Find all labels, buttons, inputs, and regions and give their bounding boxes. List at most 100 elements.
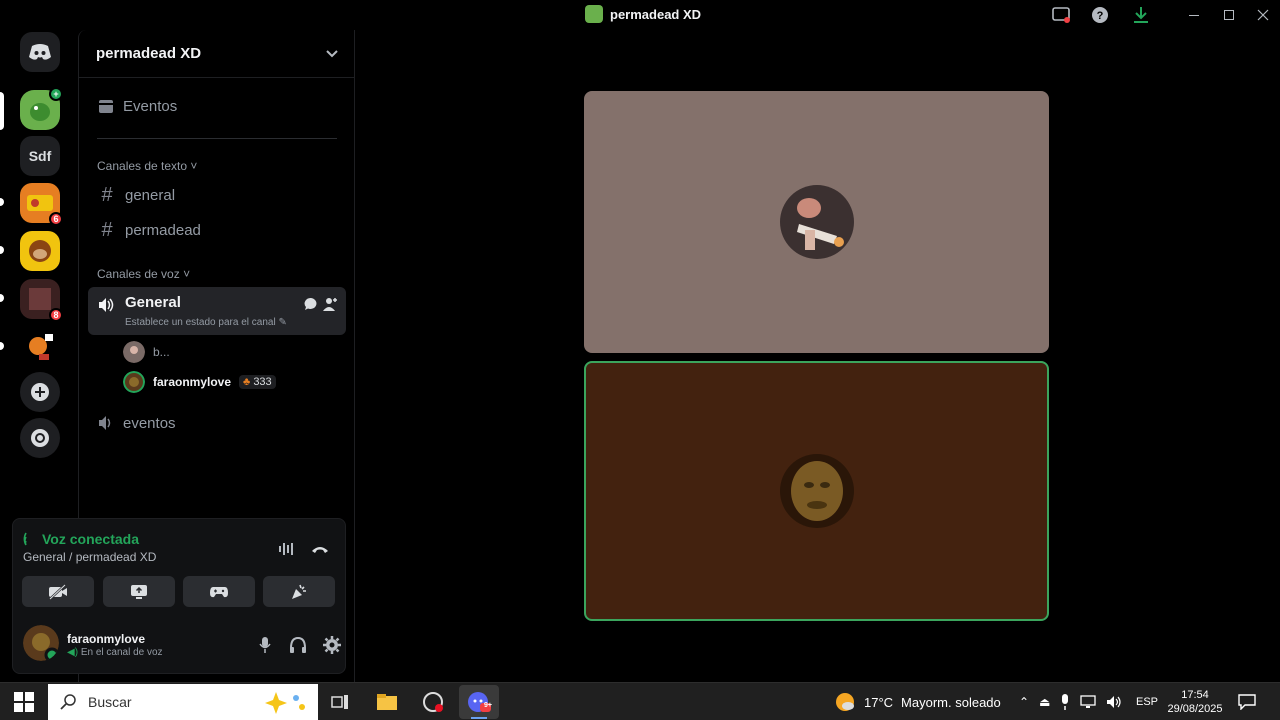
language-indicator[interactable]: ESP	[1136, 683, 1158, 720]
permadead-xd-server[interactable]: +	[20, 87, 63, 130]
mushroom-icon: ♣	[243, 376, 251, 388]
game-server[interactable]: 6	[20, 183, 63, 226]
divider	[97, 138, 337, 139]
pencil-icon: ✎	[278, 317, 287, 328]
usb-icon[interactable]: ⏏	[1039, 695, 1050, 709]
monkey-server[interactable]	[20, 231, 60, 271]
language-label: ESP	[1136, 696, 1159, 708]
channel-permadead[interactable]: # permadead	[87, 214, 347, 246]
voice-connected-status[interactable]: Voz conectada	[23, 531, 139, 547]
channel-status-hint[interactable]: Establece un estado para el canal ✎	[125, 317, 287, 328]
windows-start-icon[interactable]	[14, 692, 34, 712]
voice-user[interactable]: b...	[123, 341, 170, 363]
file-explorer-icon[interactable]	[367, 685, 407, 719]
disconnect-icon[interactable]	[308, 537, 332, 561]
task-view-icon[interactable]	[320, 685, 360, 719]
activities-button[interactable]	[183, 576, 255, 607]
user-avatar[interactable]	[23, 625, 59, 661]
server-icon	[585, 5, 603, 23]
events-link[interactable]: Eventos	[87, 90, 347, 122]
microphone-icon[interactable]	[1060, 694, 1070, 710]
channel-label: general	[125, 186, 176, 204]
title-bar: permadead XD ?	[0, 0, 1280, 30]
text-category[interactable]: Canales de texto ˅	[97, 159, 197, 173]
gamepad-icon	[210, 586, 228, 597]
participant-avatar	[779, 185, 854, 259]
dark-server[interactable]: 8	[20, 279, 63, 322]
server-badge: +	[49, 87, 63, 101]
text-category-label: Canales de texto	[97, 159, 188, 173]
obs-icon[interactable]	[413, 685, 453, 719]
voice-location[interactable]: General / permadead XD	[23, 550, 156, 564]
mention-badge: 6	[49, 212, 63, 226]
notifications-icon[interactable]	[1238, 683, 1256, 720]
discord-home-icon[interactable]	[20, 32, 60, 72]
calendar-icon	[99, 100, 113, 113]
clock[interactable]: 17:54 29/08/2025	[1166, 683, 1224, 720]
camera-off-button[interactable]	[22, 576, 94, 607]
voice-channel-general[interactable]: General Establece un estado para el cana…	[88, 287, 346, 335]
signal-icon	[23, 532, 27, 546]
network-icon[interactable]	[1080, 695, 1097, 709]
server-header[interactable]: permadead XD	[79, 30, 354, 78]
chat-bubble-icon[interactable]	[304, 297, 318, 311]
voice-stage	[356, 30, 1280, 682]
active-indicator	[471, 717, 487, 719]
download-icon[interactable]	[1130, 4, 1152, 26]
voice-status-text: Voz conectada	[42, 531, 139, 547]
sdf-server-label: Sdf	[28, 148, 52, 164]
sonic-server[interactable]	[20, 327, 60, 367]
screen-share-button[interactable]	[103, 576, 175, 607]
weather-temp: 17°C	[864, 694, 894, 710]
participant-tile-speaking[interactable]	[584, 361, 1049, 621]
inbox-icon[interactable]	[1050, 4, 1072, 26]
speaker-icon	[99, 416, 111, 430]
avatar	[23, 625, 59, 661]
voice-connection-panel: Voz conectada General / permadead XD far…	[12, 518, 346, 674]
taskbar-badge: 9+	[484, 702, 492, 709]
discord-taskbar-icon[interactable]: 9+	[459, 685, 499, 719]
voice-category[interactable]: Canales de voz ˅	[97, 267, 190, 281]
microphone-icon[interactable]	[253, 633, 277, 657]
mention-badge: 8	[49, 308, 63, 322]
weather-widget[interactable]: 17°C Mayorm. soleado	[834, 683, 1001, 720]
window-title: permadead XD	[585, 5, 701, 23]
help-icon[interactable]: ?	[1089, 4, 1111, 26]
chevron-down-icon: ˅	[190, 159, 198, 173]
settings-gear-icon[interactable]	[320, 633, 344, 657]
hash-icon: #	[101, 183, 113, 206]
participant-tile[interactable]	[584, 91, 1049, 353]
voice-user-name: faraonmylove	[153, 375, 232, 389]
soundboard-button[interactable]	[263, 576, 335, 607]
add-server-icon[interactable]	[20, 372, 60, 412]
user-status-text: En el canal de voz	[80, 647, 163, 658]
sdf-server[interactable]: Sdf	[20, 136, 60, 176]
taskbar-search[interactable]: Buscar	[48, 684, 318, 720]
discover-icon[interactable]	[20, 418, 60, 458]
voice-user[interactable]: faraonmylove ♣ 333	[123, 371, 276, 393]
volume-icon[interactable]	[1106, 695, 1122, 709]
user-panel: faraonmylove ◀) En el canal de voz	[23, 625, 341, 665]
channel-general[interactable]: # general	[87, 179, 347, 211]
voice-channel-eventos[interactable]: eventos	[87, 407, 347, 439]
headphones-icon[interactable]	[286, 633, 310, 657]
camera-off-icon	[49, 583, 67, 600]
maximize-icon[interactable]	[1218, 4, 1240, 26]
participant-avatar	[779, 454, 854, 528]
window-title-text: permadead XD	[610, 6, 702, 22]
noise-suppression-icon[interactable]	[275, 537, 299, 561]
avatar	[123, 371, 145, 393]
channel-status-text: Establece un estado para el canal	[125, 317, 276, 328]
voice-user-name: b...	[153, 345, 170, 359]
search-placeholder: Buscar	[88, 694, 132, 710]
invite-user-icon[interactable]	[322, 296, 338, 312]
minimize-icon[interactable]	[1183, 4, 1205, 26]
clock-date: 29/08/2025	[1167, 703, 1223, 715]
voice-channel-name: General	[125, 294, 181, 311]
clock-time: 17:54	[1181, 689, 1209, 701]
sun-cloud-icon	[836, 693, 854, 711]
screen-share-icon	[131, 584, 147, 599]
chevron-down-icon	[326, 49, 338, 57]
close-icon[interactable]	[1252, 4, 1274, 26]
chevron-up-icon[interactable]: ⌃	[1019, 695, 1029, 709]
